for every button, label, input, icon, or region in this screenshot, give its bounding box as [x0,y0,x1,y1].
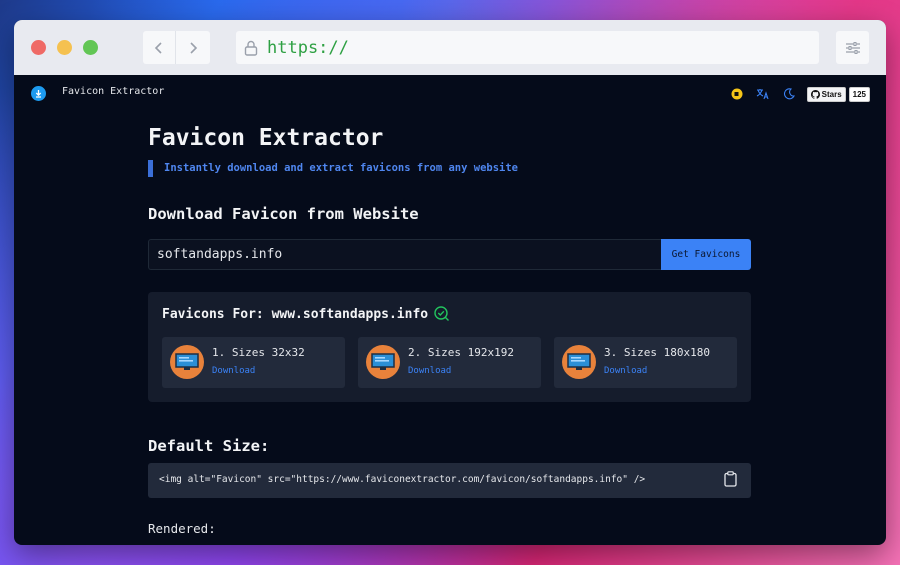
favicon-card: 3. Sizes 180x180 Download [554,337,737,388]
coffee-icon [731,88,743,100]
default-size-heading: Default Size: [148,437,270,455]
github-stars-label: Stars [821,89,842,99]
site-header: Favicon Extractor Stars 125 [14,75,886,113]
browser-toolbar: https:// [14,20,886,75]
history-nav [143,31,210,64]
chevron-right-icon [189,41,197,54]
results-title: Favicons For: www.softandapps.info [162,306,450,322]
favicon-download-link[interactable]: Download [212,366,255,376]
github-icon [810,89,820,99]
browser-window: https:// Favicon Extractor Stars 125 Fav… [14,20,886,545]
results-title-text: Favicons For: www.softandapps.info [162,306,429,322]
results-panel: Favicons For: www.softandapps.info 1. Si… [148,292,751,402]
site-name[interactable]: Favicon Extractor [62,86,164,97]
close-window-button[interactable] [31,40,46,55]
search-form: Get Favicons [148,239,751,270]
favicon-preview-icon [562,345,596,379]
favicon-card: 2. Sizes 192x192 Download [358,337,541,388]
page-title: Favicon Extractor [148,125,384,151]
page-tagline: Instantly download and extract favicons … [148,160,518,177]
favicon-size-label: 3. Sizes 180x180 [604,346,710,359]
lock-icon [244,40,258,56]
github-stars-count[interactable]: 125 [848,86,870,102]
verified-check-icon [434,306,450,321]
forward-button[interactable] [176,31,209,64]
favicon-list: 1. Sizes 32x32 Download 2. Sizes 192x192… [162,337,737,388]
favicon-download-link[interactable]: Download [408,366,451,376]
maximize-window-button[interactable] [83,40,98,55]
rendered-label: Rendered: [148,521,216,536]
download-logo-icon[interactable] [31,86,46,101]
moon-icon [783,88,795,100]
favicon-download-link[interactable]: Download [604,366,647,376]
clipboard-icon[interactable] [724,471,737,487]
language-button[interactable] [753,85,773,103]
theme-toggle-button[interactable] [779,85,799,103]
code-snippet-box: <img alt="Favicon" src="https://www.favi… [148,463,751,498]
github-stars-widget[interactable]: Stars 125 [806,86,870,102]
chevron-left-icon [154,41,162,54]
address-bar[interactable]: https:// [236,31,819,64]
sliders-icon [845,41,860,54]
website-url-input[interactable] [148,239,661,270]
favicon-preview-icon [170,345,204,379]
back-button[interactable] [143,31,176,64]
get-favicons-button[interactable]: Get Favicons [661,239,751,270]
url-text: https:// [267,37,349,58]
sponsor-button[interactable] [727,85,747,103]
download-heading: Download Favicon from Website [148,205,419,223]
browser-settings-button[interactable] [836,31,869,64]
translate-icon [756,89,769,100]
minimize-window-button[interactable] [57,40,72,55]
favicon-card: 1. Sizes 32x32 Download [162,337,345,388]
favicon-size-label: 1. Sizes 32x32 [212,346,305,359]
header-actions: Stars 125 [721,85,870,103]
favicon-preview-icon [366,345,400,379]
github-stars-button[interactable]: Stars [806,86,846,102]
favicon-size-label: 2. Sizes 192x192 [408,346,514,359]
code-snippet[interactable]: <img alt="Favicon" src="https://www.favi… [159,474,645,485]
